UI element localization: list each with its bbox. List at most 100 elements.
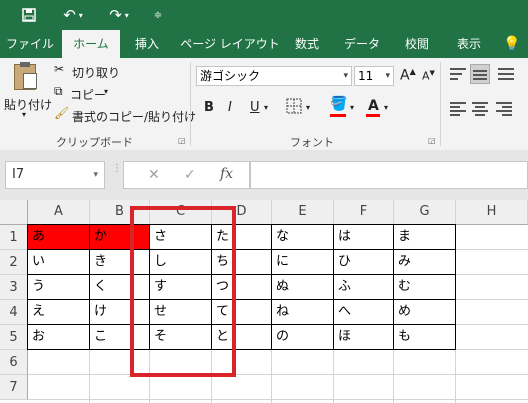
cell-f3[interactable]: ふ (333, 274, 394, 300)
cell-d2[interactable]: ち (211, 249, 272, 275)
paste-button[interactable]: 貼り付け ▾ (4, 62, 52, 122)
chevron-down-icon[interactable]: ▾ (306, 103, 310, 112)
dialog-launcher-icon[interactable]: ◲ (428, 136, 436, 145)
cell-b4[interactable]: け (89, 299, 150, 325)
align-right-icon[interactable] (496, 102, 512, 116)
row-header-5[interactable]: 5 (0, 325, 28, 350)
tab-review[interactable]: 校閲 (400, 30, 434, 58)
cell-a2[interactable]: い (27, 249, 90, 275)
font-color-icon[interactable]: A (368, 98, 379, 114)
align-center-icon[interactable] (472, 102, 488, 116)
copy-label: コピー (70, 88, 107, 102)
tab-data[interactable]: データ (342, 30, 382, 58)
cell-c1[interactable]: さ (149, 224, 212, 250)
cell-e1[interactable]: な (271, 224, 334, 250)
cell-a1[interactable]: あ (27, 224, 90, 250)
cell-c4[interactable]: せ (149, 299, 212, 325)
grow-font-button[interactable]: A▲ (400, 67, 416, 84)
cell-b2[interactable]: き (89, 249, 150, 275)
cell-b5[interactable]: こ (89, 324, 150, 350)
ribbon-tabs: ファイル ホーム 挿入 ページ レイアウト 数式 データ 校閲 表示 💡 (0, 30, 528, 58)
align-top-icon[interactable] (450, 68, 466, 80)
cancel-icon[interactable]: ✕ (148, 167, 160, 183)
enter-icon[interactable]: ✓ (184, 167, 196, 183)
bold-button[interactable]: B (204, 100, 214, 115)
cell-f4[interactable]: へ (333, 299, 394, 325)
tab-view[interactable]: 表示 (452, 30, 486, 58)
undo-icon[interactable]: ↶ ▾ (60, 4, 86, 26)
lightbulb-icon[interactable]: 💡 (502, 30, 522, 58)
column-header-g[interactable]: G (394, 200, 456, 225)
tab-file[interactable]: ファイル (6, 30, 54, 58)
cell-e3[interactable]: ぬ (271, 274, 334, 300)
column-header-f[interactable]: F (334, 200, 394, 225)
tab-home[interactable]: ホーム (62, 30, 120, 58)
save-icon[interactable] (18, 4, 40, 26)
chevron-down-icon[interactable]: ▾ (350, 103, 354, 112)
cut-label: 切り取り (72, 66, 121, 80)
cell-f1[interactable]: は (333, 224, 394, 250)
chevron-down-icon[interactable]: ▾ (384, 103, 388, 112)
tab-insert[interactable]: 挿入 (130, 30, 164, 58)
cell-d5[interactable]: と (211, 324, 272, 350)
column-header-c[interactable]: C (150, 200, 212, 225)
cell-e4[interactable]: ね (271, 299, 334, 325)
cell-e5[interactable]: の (271, 324, 334, 350)
cell-c5[interactable]: そ (149, 324, 212, 350)
copy-button[interactable]: ⧉ コピー ▾ (54, 84, 114, 102)
row-header-6[interactable]: 6 (0, 350, 28, 375)
cell-g1[interactable]: ま (393, 224, 456, 250)
column-header-d[interactable]: D (212, 200, 272, 225)
cell-f5[interactable]: ほ (333, 324, 394, 350)
column-header-b[interactable]: B (90, 200, 150, 225)
cell-f2[interactable]: ひ (333, 249, 394, 275)
row-header-2[interactable]: 2 (0, 250, 28, 275)
chevron-down-icon[interactable]: ▾ (264, 103, 268, 112)
cell-g2[interactable]: み (393, 249, 456, 275)
cell-d4[interactable]: て (211, 299, 272, 325)
column-header-h[interactable]: H (456, 200, 528, 225)
chevron-down-icon: ▾ (104, 87, 109, 96)
formula-input[interactable] (250, 161, 528, 189)
column-header-e[interactable]: E (272, 200, 334, 225)
column-header-a[interactable]: A (28, 200, 90, 225)
shrink-font-button[interactable]: A▼ (422, 69, 435, 83)
align-middle-icon[interactable] (470, 64, 490, 84)
row-header-1[interactable]: 1 (0, 225, 28, 250)
cell-d1[interactable]: た (211, 224, 272, 250)
cell-a3[interactable]: う (27, 274, 90, 300)
insert-function-icon[interactable]: fx (220, 166, 233, 182)
paintbrush-icon: 🖌 (54, 106, 70, 120)
customize-icon[interactable]: ≑ (150, 4, 166, 26)
name-box[interactable]: I7 ▾ (5, 161, 105, 189)
borders-icon[interactable] (286, 98, 302, 117)
cell-d3[interactable]: つ (211, 274, 272, 300)
chevron-down-icon: ▾ (93, 170, 98, 180)
redo-icon[interactable]: ↷ ▾ (106, 4, 132, 26)
tab-formulas[interactable]: 数式 (290, 30, 324, 58)
formula-bar-grip[interactable]: ⋮ (112, 164, 122, 174)
cell-g4[interactable]: め (393, 299, 456, 325)
underline-button[interactable]: U (250, 100, 260, 115)
row-header-7[interactable]: 7 (0, 375, 28, 400)
row-header-4[interactable]: 4 (0, 300, 28, 325)
italic-button[interactable]: I (228, 100, 232, 115)
align-bottom-icon[interactable] (498, 68, 514, 80)
row-header-3[interactable]: 3 (0, 275, 28, 300)
cell-e2[interactable]: に (271, 249, 334, 275)
select-all-corner[interactable] (0, 200, 28, 225)
cell-c3[interactable]: す (149, 274, 212, 300)
cell-c2[interactable]: し (149, 249, 212, 275)
font-name-combo[interactable]: 游ゴシック ▾ (196, 66, 352, 86)
font-size-combo[interactable]: 11 ▾ (354, 66, 394, 86)
cell-b3[interactable]: く (89, 274, 150, 300)
cell-g5[interactable]: も (393, 324, 456, 350)
cell-g3[interactable]: む (393, 274, 456, 300)
cell-a4[interactable]: え (27, 299, 90, 325)
cell-a5[interactable]: お (27, 324, 90, 350)
tab-page-layout[interactable]: ページ レイアウト (180, 30, 280, 58)
align-left-icon[interactable] (450, 102, 466, 116)
fill-color-icon[interactable]: 🪣 (330, 96, 347, 112)
cell-b1[interactable]: か (89, 224, 150, 250)
dialog-launcher-icon[interactable]: ◲ (178, 136, 186, 145)
